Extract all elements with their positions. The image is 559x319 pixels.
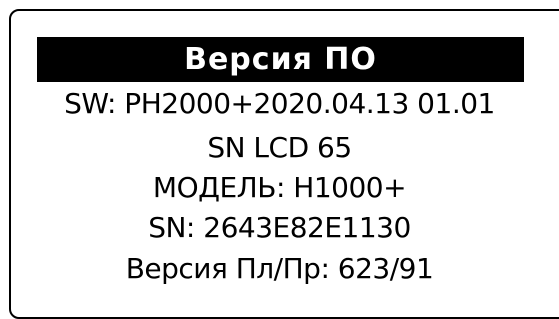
software-version-line: SW: PH2000+2020.04.13 01.01 bbox=[64, 87, 495, 120]
title-bar: Версия ПО bbox=[37, 37, 524, 82]
model-line: МОДЕЛЬ: H1000+ bbox=[152, 171, 407, 204]
page-title: Версия ПО bbox=[184, 41, 377, 77]
lcd-serial-line: SN LCD 65 bbox=[207, 131, 352, 164]
serial-number-line: SN: 2643E82E1130 bbox=[148, 211, 411, 244]
board-version-line: Версия Пл/Пр: 623/91 bbox=[125, 252, 434, 285]
